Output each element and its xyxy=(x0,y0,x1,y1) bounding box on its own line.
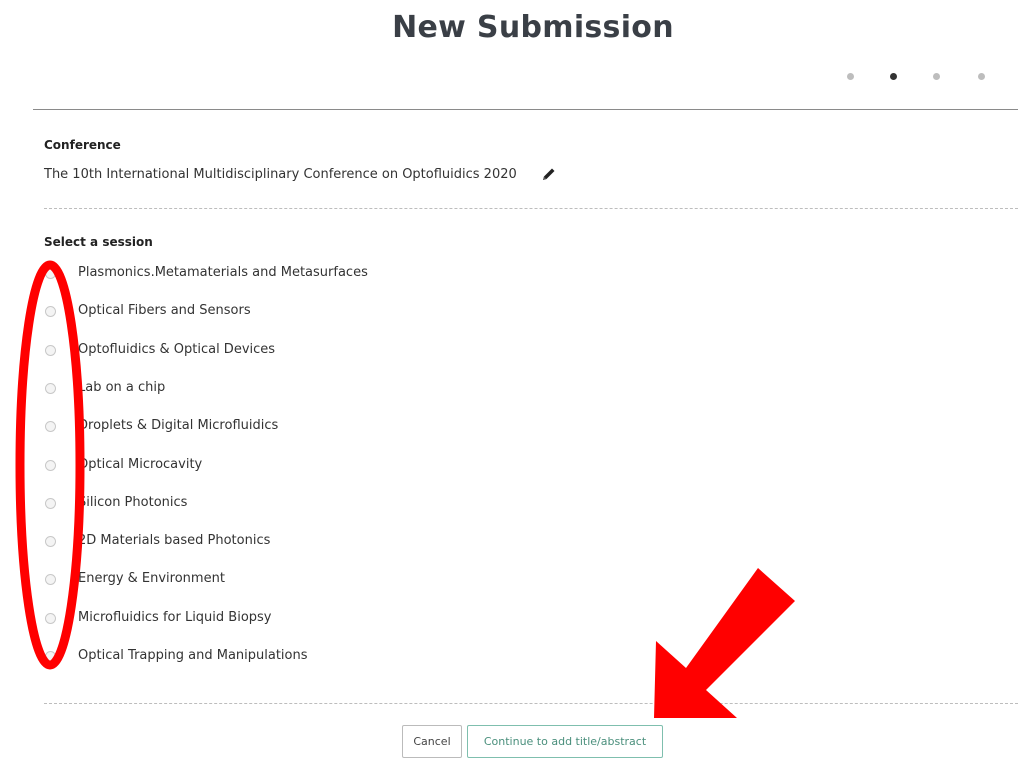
step-dot-2-active xyxy=(890,73,897,80)
session-option-label: Silicon Photonics xyxy=(78,494,188,510)
session-radio[interactable] xyxy=(45,382,56,394)
session-option-label: Optical Trapping and Manipulations xyxy=(78,648,308,663)
session-option-label: Energy & Environment xyxy=(78,571,225,587)
continue-button[interactable]: Continue to add title/abstract xyxy=(467,725,663,758)
session-option[interactable]: Microfluidics for Liquid Biopsy xyxy=(0,610,600,640)
session-radio[interactable] xyxy=(45,651,56,662)
session-radio[interactable] xyxy=(45,306,56,318)
cancel-button[interactable]: Cancel xyxy=(402,725,462,758)
session-option[interactable]: Plasmonics.Metamaterials and Metasurface… xyxy=(0,265,600,295)
session-radio[interactable] xyxy=(45,536,56,548)
session-radio[interactable] xyxy=(45,574,56,586)
session-option[interactable]: Droplets & Digital Microfluidics xyxy=(0,418,600,448)
session-radio[interactable] xyxy=(45,497,56,509)
session-option[interactable]: Energy & Environment xyxy=(0,571,600,601)
session-option[interactable]: Optical Trapping and Manipulations xyxy=(0,648,600,678)
session-option[interactable]: Silicon Photonics xyxy=(0,495,600,525)
section-divider xyxy=(44,208,1018,209)
conference-label: Conference xyxy=(44,138,121,152)
session-radio[interactable] xyxy=(45,612,56,624)
session-option[interactable]: Optofluidics & Optical Devices xyxy=(0,342,600,372)
pencil-icon[interactable] xyxy=(541,166,557,182)
session-option-label: 2D Materials based Photonics xyxy=(78,533,271,549)
step-dot-1 xyxy=(847,73,854,80)
session-option-label: Optofluidics & Optical Devices xyxy=(78,341,276,357)
session-radio[interactable] xyxy=(45,344,56,356)
session-option-label: Optical Microcavity xyxy=(78,456,203,472)
page-title: New Submission xyxy=(392,10,674,45)
step-dot-3 xyxy=(933,73,940,80)
session-option[interactable]: Optical Fibers and Sensors xyxy=(0,303,600,333)
step-indicator xyxy=(0,73,1018,85)
session-option-label: Microfluidics for Liquid Biopsy xyxy=(78,609,272,625)
session-option[interactable]: Lab on a chip xyxy=(0,380,600,410)
session-option[interactable]: 2D Materials based Photonics xyxy=(0,533,600,563)
arrow-down-left-icon xyxy=(654,568,795,718)
session-radio[interactable] xyxy=(45,421,56,433)
conference-name: The 10th International Multidisciplinary… xyxy=(44,167,517,182)
session-option[interactable]: Optical Microcavity xyxy=(0,457,600,487)
header-divider xyxy=(33,109,1018,110)
footer-divider xyxy=(44,703,1018,704)
session-label: Select a session xyxy=(44,235,153,249)
session-option-label: Lab on a chip xyxy=(78,379,166,395)
session-option-label: Optical Fibers and Sensors xyxy=(78,303,251,319)
session-radio[interactable] xyxy=(45,268,56,279)
session-option-label: Plasmonics.Metamaterials and Metasurface… xyxy=(78,265,368,280)
session-option-label: Droplets & Digital Microfluidics xyxy=(78,418,279,434)
step-dot-4 xyxy=(978,73,985,80)
session-radio[interactable] xyxy=(45,459,56,471)
